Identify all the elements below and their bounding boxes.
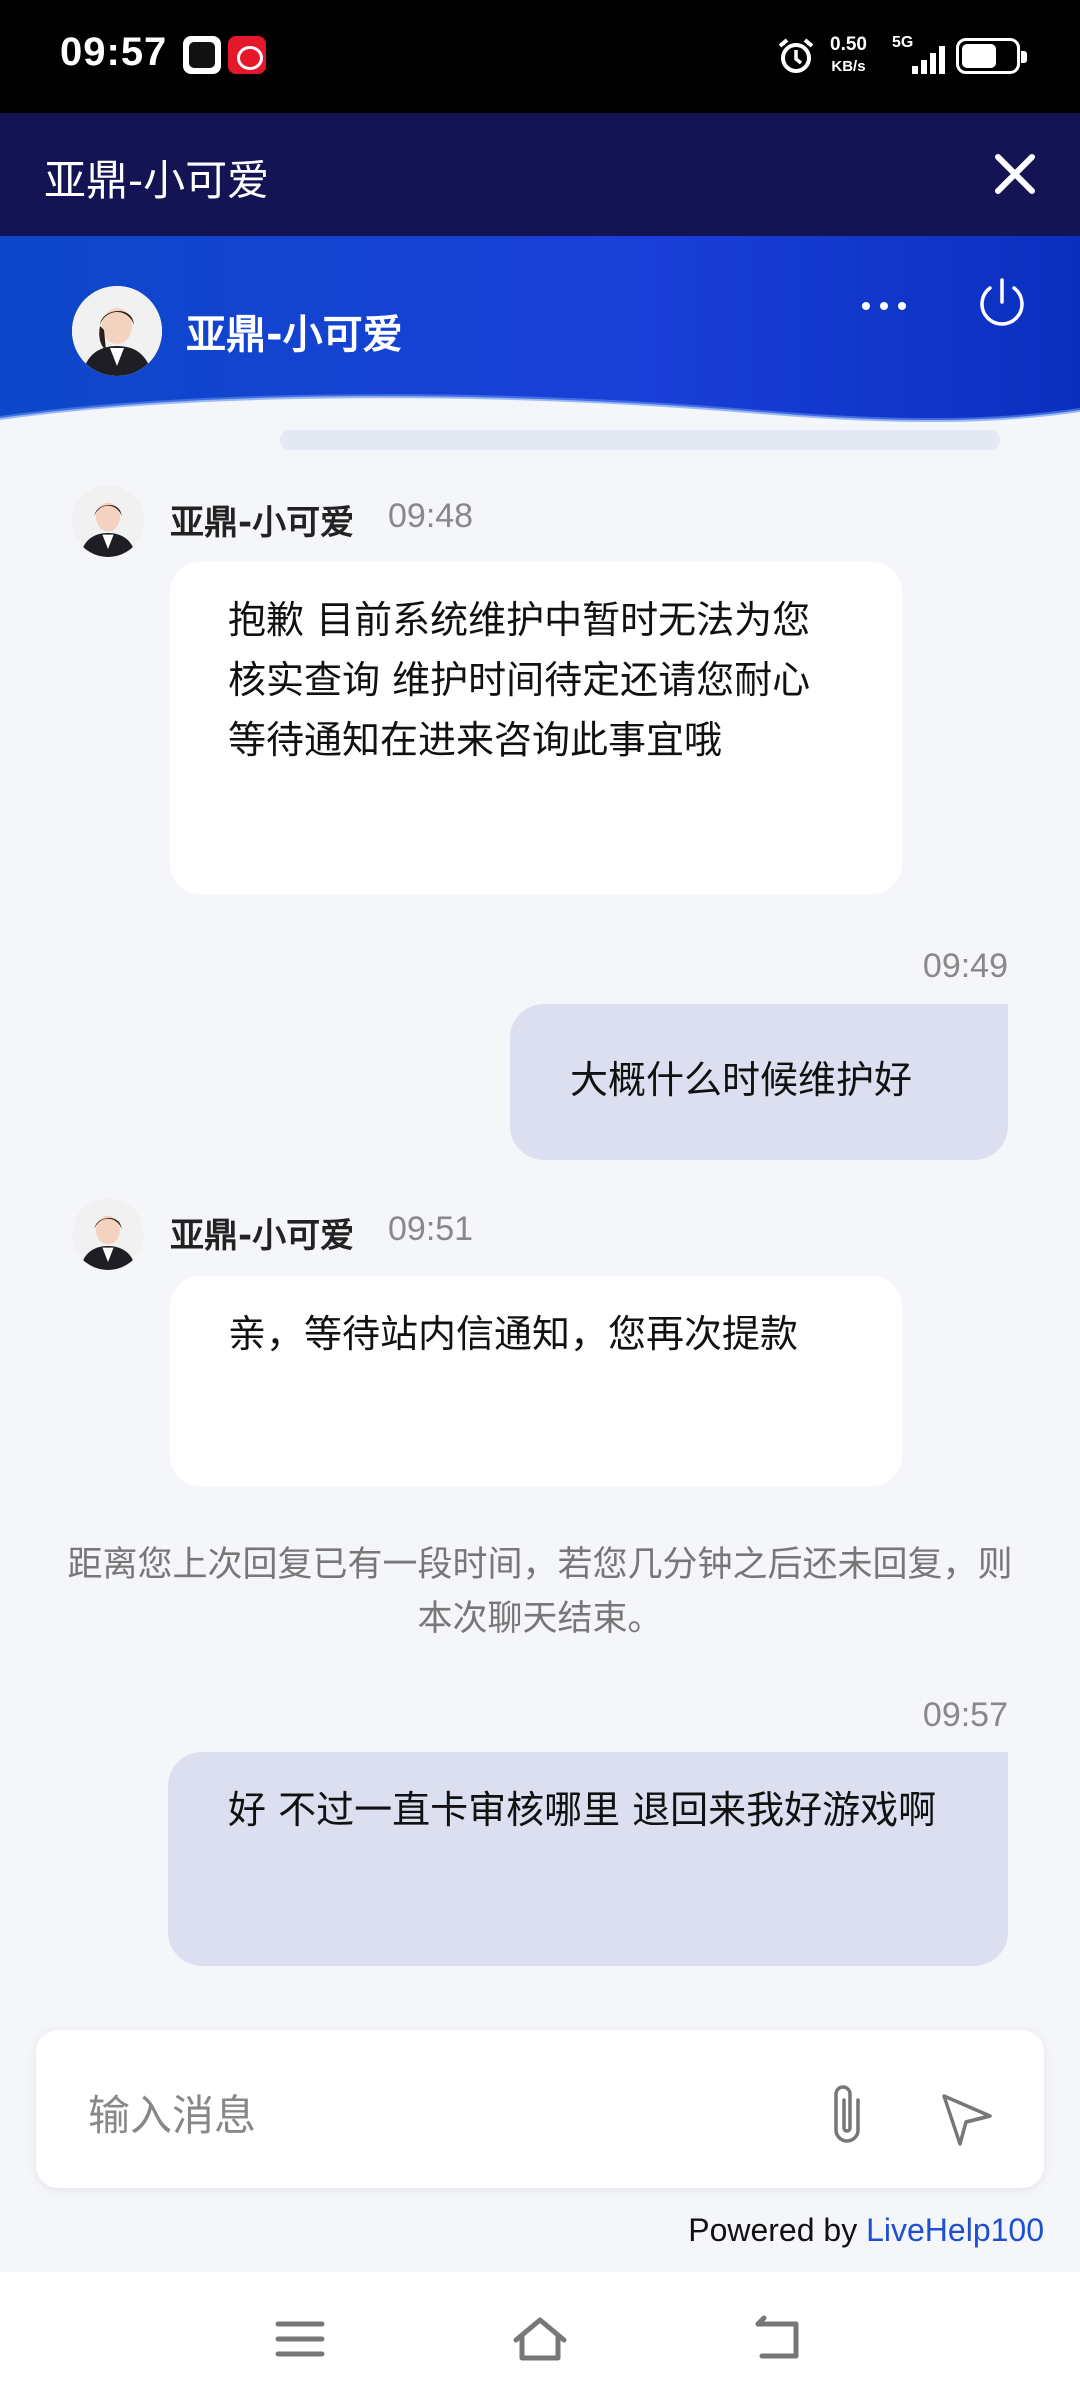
battery-icon xyxy=(956,38,1027,74)
network-speed-unit: KB/s xyxy=(831,58,866,75)
close-icon[interactable] xyxy=(990,149,1040,199)
incoming-message-bubble: 亲，等待站内信通知，您再次提款 xyxy=(170,1276,902,1486)
power-icon[interactable] xyxy=(972,272,1032,332)
back-icon[interactable] xyxy=(750,2312,810,2366)
network-speed-value: 0.50 xyxy=(830,34,867,55)
message-time: 09:57 xyxy=(922,1696,1008,1734)
chat-header: 亚鼎-小可爱 xyxy=(0,236,1080,450)
menu-icon[interactable] xyxy=(270,2312,330,2366)
incoming-message-bubble: 抱歉 目前系统维护中暂时无法为您核实查询 维护时间待定还请您耐心等待通知在进来咨… xyxy=(170,562,902,894)
send-icon[interactable] xyxy=(936,2088,996,2148)
message-avatar xyxy=(72,485,144,557)
app-title-bar: 亚鼎-小可爱 xyxy=(0,113,1080,236)
more-options-icon[interactable] xyxy=(856,286,916,326)
header-wave xyxy=(0,394,1080,450)
page-title: 亚鼎-小可爱 xyxy=(44,156,270,205)
message-composer: 输入消息 xyxy=(36,2030,1044,2188)
signal-icon xyxy=(912,46,945,74)
message-sender: 亚鼎-小可爱 xyxy=(170,1216,355,1256)
message-time: 09:51 xyxy=(388,1210,474,1248)
network-speed: 0.50 KB/s xyxy=(830,34,867,78)
powered-by-link[interactable]: LiveHelp100 xyxy=(866,2212,1044,2248)
message-input[interactable]: 输入消息 xyxy=(88,2082,256,2143)
agent-avatar xyxy=(72,286,162,376)
status-time: 09:57 xyxy=(60,30,168,74)
powered-by-prefix: Powered by xyxy=(688,2212,867,2248)
powered-by: Powered by LiveHelp100 xyxy=(688,2212,1044,2249)
message-avatar xyxy=(72,1198,144,1270)
chat-agent-name: 亚鼎-小可爱 xyxy=(186,312,403,358)
status-bar: 09:57 0.50 KB/s 5G xyxy=(0,0,1080,113)
alarm-icon xyxy=(778,38,814,73)
home-icon[interactable] xyxy=(510,2312,570,2366)
message-time: 09:49 xyxy=(922,947,1008,985)
outgoing-message-bubble: 好 不过一直卡审核哪里 退回来我好游戏啊 xyxy=(168,1752,1008,1966)
attachment-icon[interactable] xyxy=(822,2080,872,2150)
outgoing-message-bubble: 大概什么时候维护好 xyxy=(510,1004,1008,1160)
network-type: 5G xyxy=(892,34,914,51)
system-nav-bar xyxy=(0,2272,1080,2400)
message-time: 09:48 xyxy=(388,497,474,535)
message-sender: 亚鼎-小可爱 xyxy=(170,503,355,543)
app-notification-icon xyxy=(228,36,266,74)
system-notice: 距离您上次回复已有一段时间，若您几分钟之后还未回复，则本次聊天结束。 xyxy=(67,1545,1013,1639)
tiktok-notification-icon xyxy=(183,36,221,74)
